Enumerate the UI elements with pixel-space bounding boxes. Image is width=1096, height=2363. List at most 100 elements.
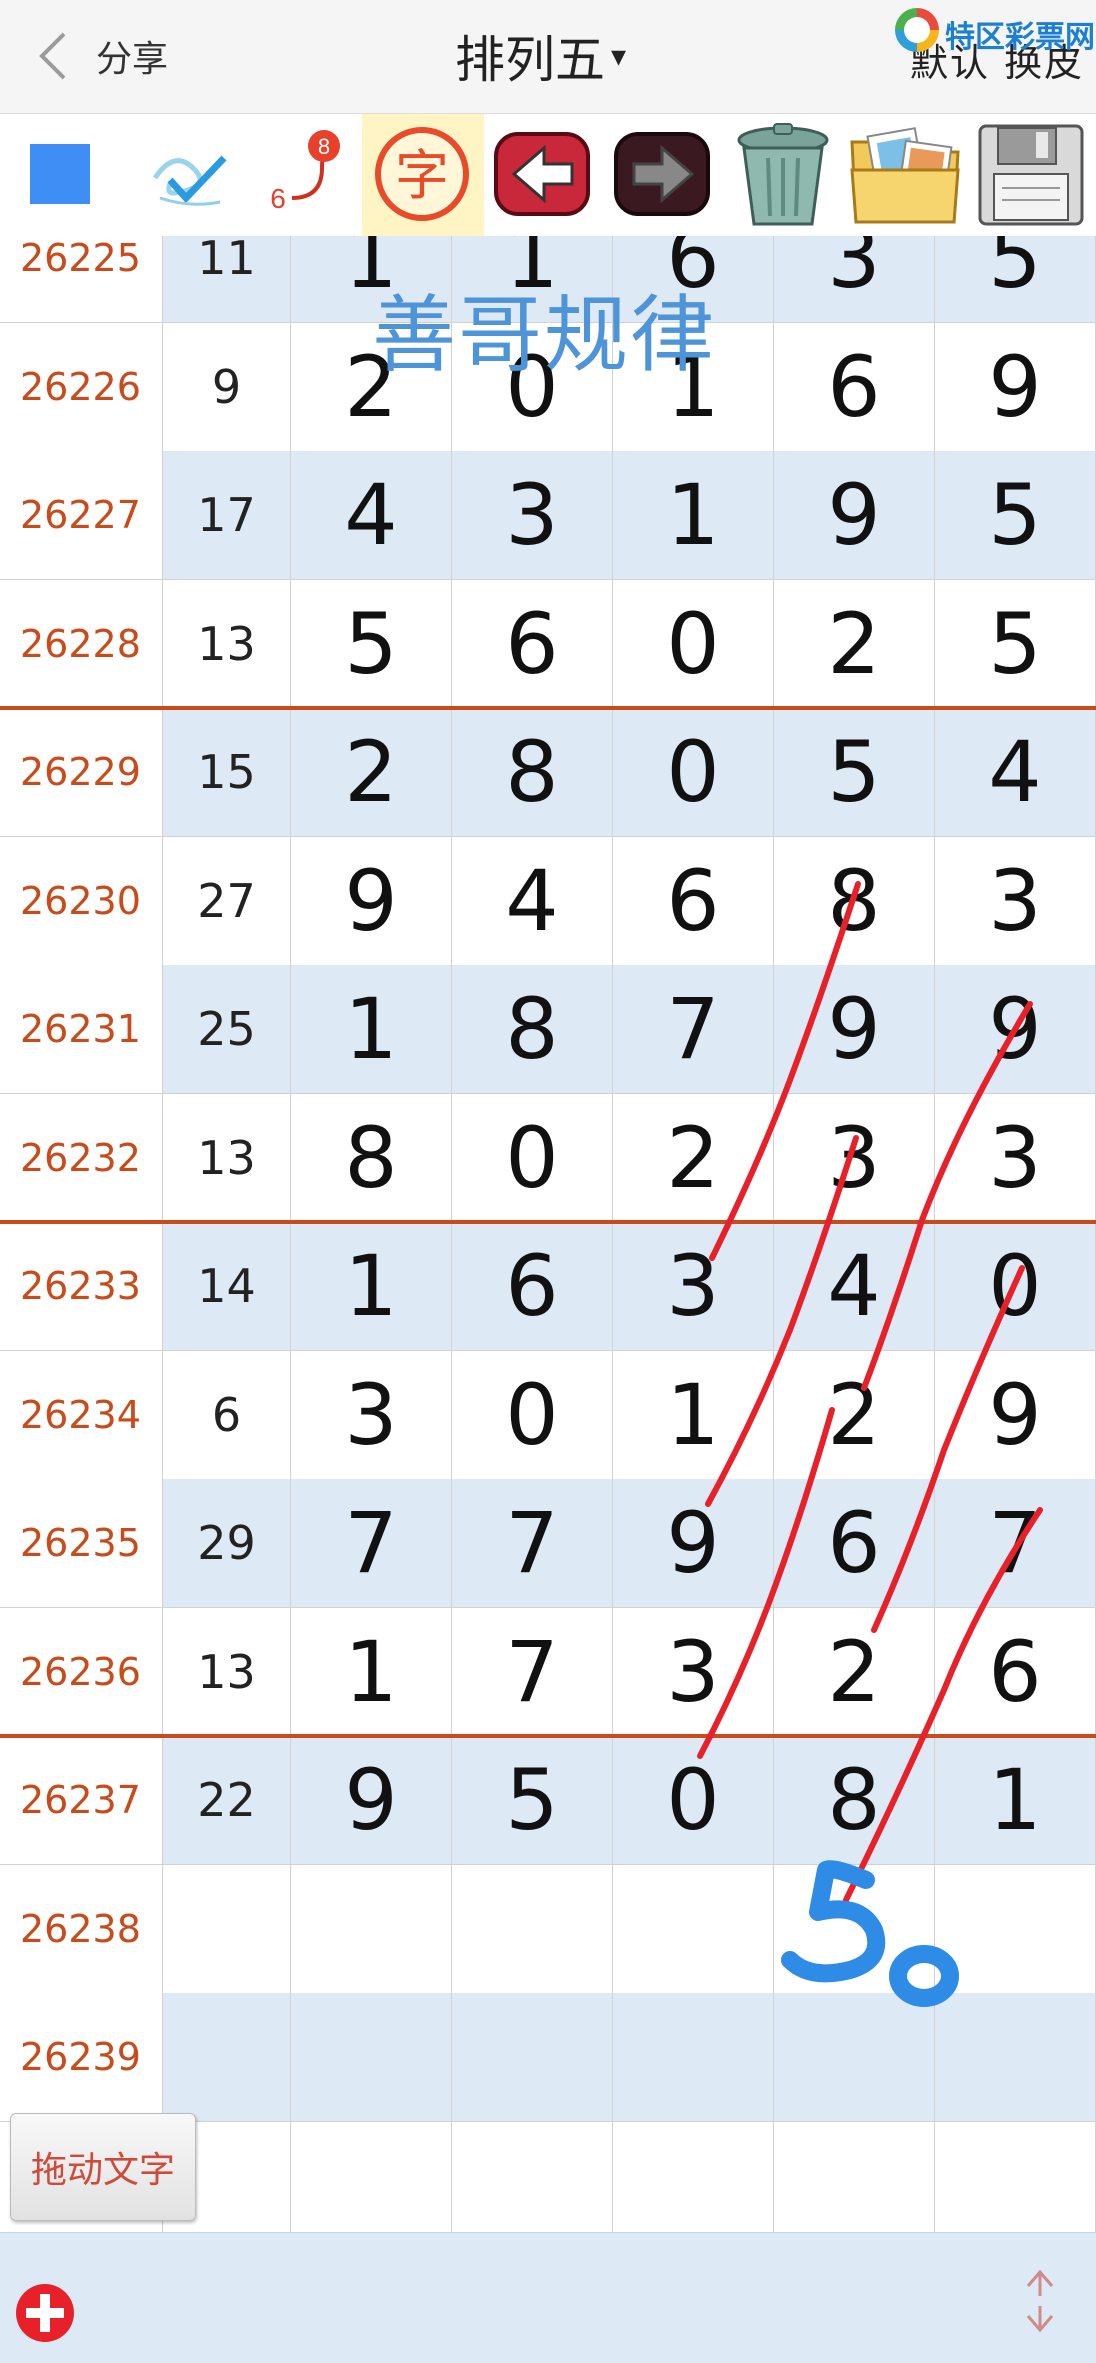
save-disk-icon[interactable]	[972, 118, 1090, 230]
digit-cell-1[interactable]: 7	[291, 1479, 452, 1608]
digit-cell-5[interactable]: 9	[935, 1350, 1096, 1480]
digit-cell-3[interactable]	[613, 1993, 774, 2122]
table-row[interactable]: 26233 14 1 6 3 4 0	[0, 1222, 1096, 1351]
digit-cell-5[interactable]: 3	[935, 1093, 1096, 1223]
table-row[interactable]: 26229 15 2 8 0 5 4	[0, 708, 1096, 837]
digit-cell-3[interactable]: 0	[613, 579, 774, 709]
redo-arrow-icon[interactable]	[612, 118, 712, 230]
digit-cell-3[interactable]: 1	[613, 451, 774, 580]
digit-cell-2[interactable]: 3	[452, 451, 613, 580]
digit-cell-1[interactable]: 1	[291, 965, 452, 1094]
table-row[interactable]: 26239	[0, 1993, 1096, 2122]
digit-cell-5[interactable]: 6	[935, 1607, 1096, 1737]
digit-cell-4[interactable]: 3	[774, 1093, 935, 1223]
digit-cell-5[interactable]: 3	[935, 836, 1096, 966]
digit-cell-5[interactable]	[935, 1993, 1096, 2122]
digit-cell-4[interactable]	[774, 2121, 935, 2232]
digit-cell-3[interactable]	[613, 2121, 774, 2232]
digit-cell-3[interactable]: 0	[613, 708, 774, 837]
digit-cell-4[interactable]	[774, 1993, 935, 2122]
digit-cell-5[interactable]: 1	[935, 1736, 1096, 1865]
table-row[interactable]: 26232 13 8 0 2 3 3	[0, 1093, 1096, 1223]
digit-cell-4[interactable]: 9	[774, 965, 935, 1094]
digit-cell-1[interactable]	[291, 2121, 452, 2232]
digit-cell-4[interactable]: 2	[774, 1607, 935, 1737]
table-row[interactable]: 26234 6 3 0 1 2 9	[0, 1350, 1096, 1480]
digit-cell-5[interactable]: 4	[935, 708, 1096, 837]
photo-folder-icon[interactable]	[846, 118, 964, 230]
digit-cell-1[interactable]: 1	[291, 1607, 452, 1737]
digit-cell-1[interactable]	[291, 1864, 452, 1994]
digit-cell-3[interactable]: 6	[613, 836, 774, 966]
table-row[interactable]: 26236 13 1 7 3 2 6	[0, 1607, 1096, 1737]
digit-cell-5[interactable]: 5	[935, 579, 1096, 709]
digit-cell-2[interactable]: 6	[452, 1222, 613, 1351]
digit-cell-3[interactable]: 7	[613, 965, 774, 1094]
digit-cell-4[interactable]: 6	[774, 1479, 935, 1608]
table-row[interactable]: 26230 27 9 4 6 8 3	[0, 836, 1096, 966]
digit-cell-4[interactable]: 9	[774, 451, 935, 580]
share-button[interactable]: 分享	[96, 30, 168, 82]
digit-cell-4[interactable]: 8	[774, 836, 935, 966]
digit-cell-3[interactable]: 9	[613, 1479, 774, 1608]
digit-cell-4[interactable]: 4	[774, 1222, 935, 1351]
digit-cell-2[interactable]: 0	[452, 1350, 613, 1480]
digit-cell-4[interactable]: 5	[774, 708, 935, 837]
digit-cell-5[interactable]: 9	[935, 322, 1096, 452]
digit-cell-2[interactable]: 6	[452, 579, 613, 709]
chevron-left-icon[interactable]	[34, 30, 74, 82]
digit-cell-5[interactable]: 5	[935, 451, 1096, 580]
digit-cell-2[interactable]: 8	[452, 708, 613, 837]
digit-cell-1[interactable]: 9	[291, 1736, 452, 1865]
digit-cell-2[interactable]: 4	[452, 836, 613, 966]
trash-icon[interactable]	[728, 118, 838, 230]
digit-cell-1[interactable]	[291, 1993, 452, 2122]
digit-cell-1[interactable]: 3	[291, 1350, 452, 1480]
digit-cell-2[interactable]	[452, 1993, 613, 2122]
char-icon[interactable]: 字	[372, 118, 472, 230]
digit-cell-1[interactable]: 4	[291, 451, 452, 580]
digit-cell-5[interactable]: 9	[935, 965, 1096, 1094]
add-icon[interactable]	[14, 2282, 76, 2344]
digit-cell-1[interactable]: 8	[291, 1093, 452, 1223]
number-link-icon[interactable]: 8 6	[252, 118, 352, 230]
title-dropdown[interactable]: 排列五 ▾	[455, 20, 626, 92]
digit-cell-2[interactable]: 7	[452, 1607, 613, 1737]
digit-cell-3[interactable]: 2	[613, 1093, 774, 1223]
digit-cell-2[interactable]: 8	[452, 965, 613, 1094]
digit-cell-1[interactable]: 9	[291, 836, 452, 966]
digit-cell-2[interactable]	[452, 1864, 613, 1994]
digit-cell-5[interactable]: 5	[935, 236, 1096, 323]
digit-cell-2[interactable]: 7	[452, 1479, 613, 1608]
digit-cell-1[interactable]: 5	[291, 579, 452, 709]
digit-cell-4[interactable]: 2	[774, 1350, 935, 1480]
digit-cell-3[interactable]	[613, 1864, 774, 1994]
sort-arrows-icon[interactable]	[1016, 2266, 1064, 2336]
digit-cell-4[interactable]: 2	[774, 579, 935, 709]
table-row[interactable]: 26238	[0, 1864, 1096, 1994]
square-color-icon[interactable]	[30, 144, 90, 204]
lottery-history-table[interactable]: 26225 11 1 1 6 3 5 26226 9 2 0 1 6 9 26227 17 4 3 1 9 5 26228…	[0, 236, 1096, 2232]
digit-cell-4[interactable]: 3	[774, 236, 935, 323]
digit-cell-5[interactable]	[935, 1864, 1096, 1994]
pen-icon[interactable]	[140, 118, 240, 230]
digit-cell-4[interactable]	[774, 1864, 935, 1994]
undo-arrow-icon[interactable]	[492, 118, 592, 230]
digit-cell-3[interactable]: 0	[613, 1736, 774, 1865]
table-row[interactable]: 26237 22 9 5 0 8 1	[0, 1736, 1096, 1865]
digit-cell-5[interactable]: 0	[935, 1222, 1096, 1351]
digit-cell-1[interactable]: 1	[291, 1222, 452, 1351]
digit-cell-3[interactable]: 3	[613, 1607, 774, 1737]
digit-cell-2[interactable]: 5	[452, 1736, 613, 1865]
drag-text-button[interactable]: 拖动文字	[10, 2113, 196, 2221]
table-row[interactable]: 26231 25 1 8 7 9 9	[0, 965, 1096, 1094]
digit-cell-4[interactable]: 8	[774, 1736, 935, 1865]
table-row[interactable]: 26235 29 7 7 9 6 7	[0, 1479, 1096, 1608]
digit-cell-3[interactable]: 1	[613, 1350, 774, 1480]
digit-cell-5[interactable]	[935, 2121, 1096, 2232]
digit-cell-4[interactable]: 6	[774, 322, 935, 452]
digit-cell-5[interactable]: 7	[935, 1479, 1096, 1608]
digit-cell-1[interactable]: 2	[291, 708, 452, 837]
digit-cell-3[interactable]: 3	[613, 1222, 774, 1351]
table-row[interactable]: 26228 13 5 6 0 2 5	[0, 579, 1096, 709]
